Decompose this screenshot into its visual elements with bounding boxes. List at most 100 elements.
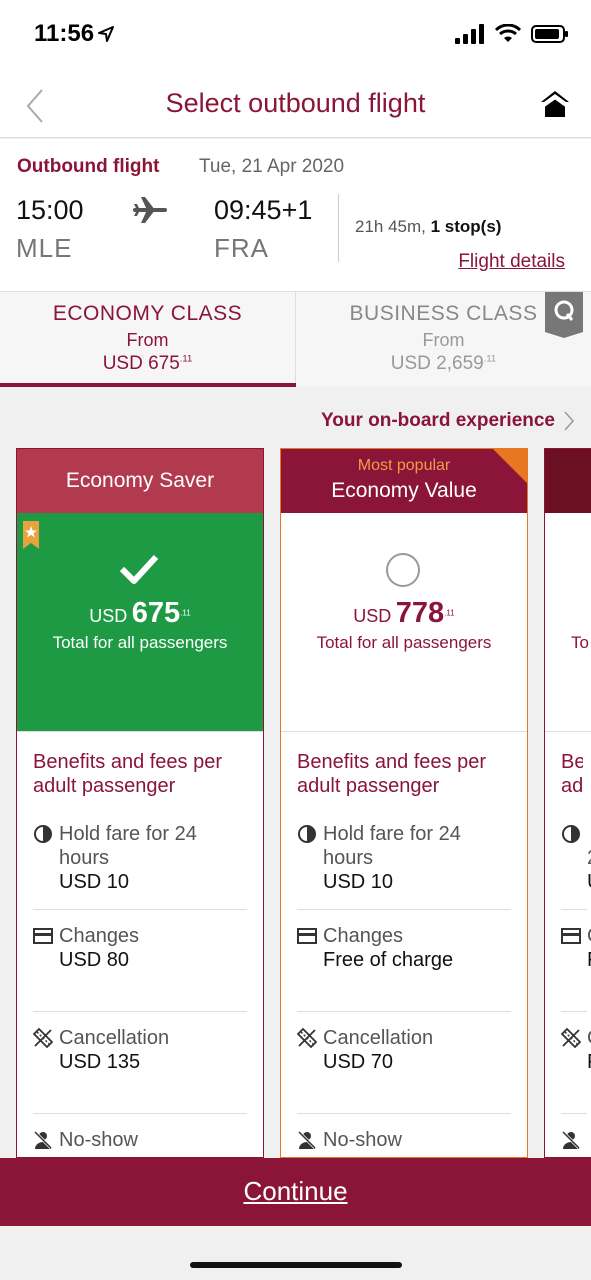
qsuite-badge-icon xyxy=(545,292,583,338)
fare-benefits: Benefits and fees per adult passenger Ho… xyxy=(17,731,263,1157)
fare-total-label: Total for all passengers xyxy=(52,633,228,652)
arrival-time: 09:45+1 xyxy=(214,195,313,225)
benefit-value: USD 10 xyxy=(59,871,130,893)
most-popular-badge: Most popular xyxy=(357,457,451,474)
no-show-icon xyxy=(33,1130,53,1150)
cancel-ticket-icon xyxy=(33,1028,53,1048)
status-time: 11:56 xyxy=(34,20,95,47)
benefit-name: No-show xyxy=(323,1129,402,1151)
tab-currency: USD xyxy=(390,353,431,374)
departure-time: 15:00 xyxy=(16,195,84,225)
benefit-hold-fare: 2 U xyxy=(561,808,591,910)
fare-total-label: To xyxy=(571,633,589,652)
wifi-icon xyxy=(495,24,521,42)
card-icon xyxy=(561,928,581,944)
status-bar: 11:56 xyxy=(0,0,591,72)
no-show-icon xyxy=(561,1130,581,1150)
home-indicator-area xyxy=(0,1226,591,1280)
fare-price: USD 778.11 xyxy=(281,597,527,630)
continue-button[interactable]: Continue xyxy=(243,1176,347,1207)
fare-name: Economy Saver xyxy=(65,469,215,492)
onboard-experience-link[interactable]: Your on-board experience xyxy=(321,410,575,432)
card-icon xyxy=(297,928,317,944)
checkmark-icon xyxy=(119,554,159,584)
benefits-title: Benefits and fees per adult passenger xyxy=(297,751,487,797)
tab-amount: 2,659 xyxy=(436,353,484,374)
benefit-cancellation: Cancellation USD 70 xyxy=(297,1012,511,1114)
card-icon xyxy=(33,928,53,944)
fare-currency: USD xyxy=(89,606,128,626)
benefit-hold-fare: Hold fare for 24 hours USD 10 xyxy=(33,808,247,910)
benefit-value: USD 10 xyxy=(323,871,394,893)
duration-text: 21h 45m, xyxy=(355,217,431,236)
location-arrow-icon xyxy=(98,26,114,42)
home-icon[interactable] xyxy=(539,89,571,119)
benefit-changes: Changes USD 80 xyxy=(33,910,247,1012)
fare-total-label: Total for all passengers xyxy=(316,633,492,652)
benefit-hold-fare: Hold fare for 24 hours USD 10 xyxy=(297,808,511,910)
fare-card-partial[interactable]: To Ben adu 2 U C F C F xyxy=(544,448,591,1158)
cancel-ticket-icon xyxy=(561,1028,581,1048)
benefit-value: USD 80 xyxy=(59,949,130,971)
benefit-value: USD 135 xyxy=(59,1051,141,1073)
no-show-icon xyxy=(297,1130,317,1150)
benefit-changes: Changes Free of charge xyxy=(297,910,511,1012)
battery-icon xyxy=(531,25,568,43)
benefit-name: Hold fare for 24 hours xyxy=(323,823,461,869)
arrival-airport: FRA xyxy=(214,233,269,263)
hold-icon xyxy=(298,825,316,843)
tab-amount: 675 xyxy=(148,353,180,374)
benefit-cancellation: Cancellation USD 135 xyxy=(33,1012,247,1114)
benefit-cancellation: C F xyxy=(561,1012,591,1114)
fare-card-economy-value[interactable]: Most popular Economy Value USD 778.11 To… xyxy=(280,448,528,1158)
outbound-flight-label: Outbound flight xyxy=(17,156,160,177)
nav-bar: Select outbound flight xyxy=(0,72,591,138)
chevron-right-icon xyxy=(564,411,575,431)
benefit-name: Changes xyxy=(59,925,140,947)
radio-unselected-icon[interactable] xyxy=(386,553,420,587)
popular-corner-flag xyxy=(493,449,527,483)
selected-tab-indicator xyxy=(0,383,296,387)
tab-economy-class[interactable]: ECONOMY CLASS From USD 675.11 xyxy=(0,291,296,387)
tab-price: USD 2,659.11 xyxy=(296,353,591,375)
hold-icon xyxy=(562,825,580,843)
flight-details-link[interactable]: Flight details xyxy=(458,251,565,273)
fare-amount: 675 xyxy=(131,597,181,629)
benefits-title: Benefits and fees per adult passenger xyxy=(33,751,223,797)
tab-business-class[interactable]: BUSINESS CLASS From USD 2,659.11 xyxy=(296,291,591,387)
fare-benefits: Ben adu 2 U C F C F xyxy=(545,731,591,1157)
fare-card-header xyxy=(545,449,591,513)
benefit-value: USD 70 xyxy=(323,1051,394,1073)
fare-benefits: Benefits and fees per adult passenger Ho… xyxy=(281,731,527,1157)
tab-currency: USD xyxy=(102,353,143,374)
benefit-no-show: No-show xyxy=(33,1114,247,1157)
benefit-value: Free of charge xyxy=(323,949,454,971)
benefit-name: Cancellation xyxy=(59,1027,170,1049)
onboard-experience-label: Your on-board experience xyxy=(320,410,555,431)
tab-price: USD 675.11 xyxy=(0,353,295,375)
departure-airport: MLE xyxy=(16,233,73,263)
cancel-ticket-icon xyxy=(297,1028,317,1048)
fare-price-area[interactable]: To xyxy=(545,513,591,731)
fare-price-area[interactable]: USD 778.11 Total for all passengers xyxy=(281,513,527,731)
tab-cents: .11 xyxy=(483,353,497,365)
fare-name: Economy Value xyxy=(331,479,477,502)
fare-amount: 778 xyxy=(395,597,445,629)
fare-currency: USD xyxy=(353,606,392,626)
flight-date: Tue, 21 Apr 2020 xyxy=(199,156,345,177)
tab-cents: .11 xyxy=(179,353,193,365)
continue-bar: Continue xyxy=(0,1158,591,1226)
benefit-name: Changes xyxy=(323,925,404,947)
page-title: Select outbound flight xyxy=(165,88,426,118)
divider xyxy=(338,194,339,262)
fare-price-area[interactable]: USD 675.11 Total for all passengers xyxy=(17,513,263,731)
fare-card-economy-saver[interactable]: Economy Saver USD 675.11 Total for all p… xyxy=(16,448,264,1158)
benefit-no-show xyxy=(561,1114,587,1157)
tab-label: ECONOMY CLASS xyxy=(52,302,243,325)
tab-from-label: From xyxy=(126,330,169,350)
benefit-changes: C F xyxy=(561,910,591,1012)
home-indicator[interactable] xyxy=(190,1262,402,1268)
fare-cents: .11 xyxy=(444,608,455,618)
hold-icon xyxy=(34,825,52,843)
bookmark-star-icon xyxy=(23,521,39,549)
